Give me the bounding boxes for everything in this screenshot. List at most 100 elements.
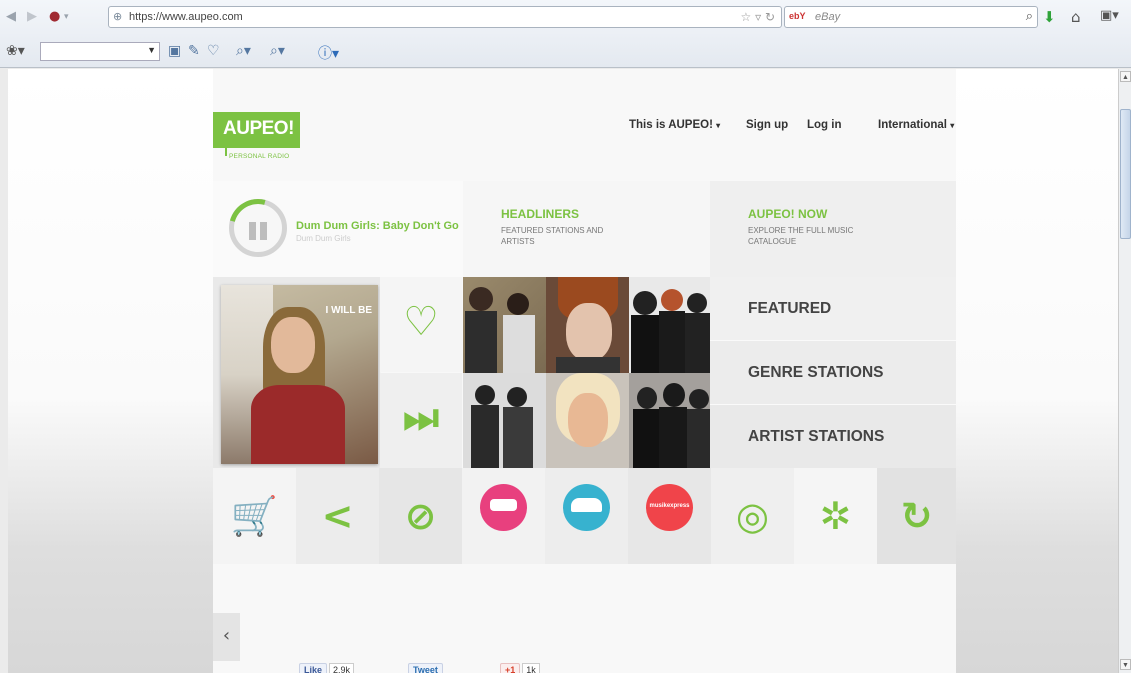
comment-icon[interactable]: ♡ [207, 43, 220, 59]
info-icon[interactable]: ⓘ▾ [318, 43, 339, 63]
refresh-button[interactable]: ↻ [877, 468, 956, 564]
skip-button[interactable]: ⏭ [380, 373, 462, 468]
site-logo[interactable]: AUPEO! [213, 112, 300, 148]
menu-genre-stations[interactable]: GENRE STATIONS [710, 341, 956, 405]
badge-tile[interactable] [462, 468, 545, 564]
tweet-widget[interactable]: Tweet [408, 663, 443, 673]
badge-tile[interactable]: musikexpress [628, 468, 711, 564]
ban-button[interactable]: ⊘ [379, 468, 462, 564]
history-dropdown-icon[interactable]: ▾ [64, 12, 69, 22]
love-button[interactable]: ♡ [380, 277, 462, 372]
badge-tile[interactable] [545, 468, 628, 564]
target-button[interactable]: ◎ [711, 468, 794, 564]
share-icon: < [321, 494, 354, 538]
secondary-toolbar: ❀▾ ▼ ▣ ✎ ♡ ⌕▾ ⌕▾ ⓘ▾ [0, 38, 1131, 66]
history-icon[interactable]: ● [49, 9, 60, 24]
now-playing: Dum Dum Girls: Baby Don't Go Dum Dum Gir… [213, 181, 463, 277]
prev-button[interactable]: ‹ [213, 613, 240, 661]
featured-photo[interactable] [546, 373, 629, 469]
menu-featured[interactable]: FEATURED [710, 277, 956, 341]
photo-person [689, 389, 709, 409]
zoom-in-icon[interactable]: ⌕▾ [270, 43, 285, 59]
edit-icon[interactable]: ✎ [188, 43, 200, 59]
featured-photo[interactable] [629, 277, 712, 373]
download-icon[interactable]: ⬇ [1043, 8, 1056, 26]
badge-red-label: musikexpress [649, 503, 690, 509]
headliners-title: HEADLINERS [501, 207, 580, 221]
target-icon: ◎ [735, 494, 770, 538]
aupeo-now-desc: EXPLORE THE FULL MUSIC CATALOGUE [748, 226, 854, 246]
search-icon[interactable]: ⌕ [1026, 9, 1033, 24]
menu-artist-label: ARTIST STATIONS [748, 428, 885, 445]
menu-genre-label: GENRE STATIONS [748, 364, 884, 381]
progress-arc [218, 188, 298, 268]
nav-label: International [878, 119, 948, 131]
featured-photo[interactable] [463, 277, 546, 373]
photo-person [687, 293, 707, 313]
web-viewport: AUPEO! PERSONAL RADIO This is AUPEO! ▾ S… [8, 69, 1118, 673]
featured-photo[interactable] [629, 373, 712, 469]
chevron-down-icon[interactable]: ▼ [147, 45, 156, 55]
chevron-down-icon: ▾ [716, 121, 721, 130]
icon-row: 🛒 < ⊘ musikexpress ◎ ✲ ↻ [213, 468, 956, 564]
scroll-down-icon[interactable]: ▼ [1120, 659, 1131, 670]
vertical-scrollbar[interactable]: ▲ ▼ [1118, 69, 1131, 673]
home-icon[interactable]: ⌂ [1071, 8, 1081, 26]
menu-artist-stations[interactable]: ARTIST STATIONS [710, 405, 956, 469]
tweet-button[interactable]: Tweet [408, 663, 443, 673]
like-button[interactable]: Like [299, 663, 328, 673]
photo-person [503, 407, 533, 469]
site-tagline: PERSONAL RADIO [229, 153, 290, 160]
facebook-like[interactable]: Like 2.9k [299, 663, 355, 673]
ebay-logo-icon[interactable]: ebY [789, 11, 806, 21]
scroll-up-icon[interactable]: ▲ [1120, 71, 1131, 82]
scroll-thumb[interactable] [1120, 109, 1131, 239]
photo-person [659, 311, 685, 373]
track-artist[interactable]: Dum Dum Girls [296, 234, 351, 243]
nav-label: This is AUPEO! [629, 119, 713, 131]
toolbar-combo[interactable]: ▼ [40, 42, 160, 61]
bookmark-star-icon[interactable]: ☆ ▿ ↻ [741, 10, 775, 24]
album-art: I WILL BE [221, 285, 378, 464]
album-art-text: I WILL BE [325, 305, 372, 316]
google-plus-widget[interactable]: +1 1k [500, 663, 540, 673]
photo-person [687, 409, 711, 469]
nav-log-in[interactable]: Log in [807, 119, 842, 131]
nav-this-is-aupeo[interactable]: This is AUPEO! ▾ [629, 119, 720, 131]
nav-international[interactable]: International ▾ [878, 119, 954, 131]
buy-button[interactable]: 🛒 [213, 468, 296, 564]
album-art-shirt [251, 385, 345, 464]
cart-icon: 🛒 [230, 494, 279, 538]
network-button[interactable]: ✲ [794, 468, 877, 564]
refresh-icon: ↻ [900, 494, 933, 538]
featured-photo[interactable] [463, 373, 546, 469]
back-button[interactable]: ◀ [6, 9, 16, 24]
aupeo-now-tile[interactable]: AUPEO! NOW EXPLORE THE FULL MUSIC CATALO… [710, 181, 956, 277]
photo-person [685, 313, 711, 373]
nav-sign-up[interactable]: Sign up [746, 119, 788, 131]
photo-person [469, 287, 493, 311]
photo-person [663, 383, 685, 407]
url-bar[interactable]: ⊕ https://www.aupeo.com ☆ ▿ ↻ [108, 6, 782, 28]
page-icon[interactable]: ▣ [168, 43, 181, 59]
zoom-icon[interactable]: ⌕▾ [236, 43, 251, 59]
photo-person [471, 405, 499, 469]
track-title[interactable]: Dum Dum Girls: Baby Don't Go [296, 220, 459, 232]
forward-button[interactable]: ▶ [27, 9, 37, 24]
globe-icon: ⊕ [113, 10, 123, 23]
addon-icon[interactable]: ❀▾ [6, 43, 25, 59]
chevron-down-icon: ▾ [950, 121, 955, 130]
browser-chrome: ◀ ▶ ● ▾ ⊕ https://www.aupeo.com ☆ ▿ ↻ eb… [0, 0, 1131, 68]
album-cover[interactable]: I WILL BE [213, 277, 380, 468]
search-bar[interactable]: ebY eBay ⌕ [784, 6, 1038, 28]
plus-one-button[interactable]: +1 [500, 663, 521, 673]
featured-photo[interactable] [546, 277, 629, 373]
photo-person [507, 293, 529, 315]
menu-icon[interactable]: ▣▾ [1100, 8, 1119, 23]
badge-pink-icon [480, 484, 527, 531]
share-button[interactable]: < [296, 468, 379, 564]
top-row: Dum Dum Girls: Baby Don't Go Dum Dum Gir… [213, 181, 956, 277]
url-text: https://www.aupeo.com [129, 11, 243, 23]
badge-blue-icon [563, 484, 610, 531]
headliners-tile[interactable]: HEADLINERS FEATURED STATIONS AND ARTISTS [463, 181, 710, 277]
